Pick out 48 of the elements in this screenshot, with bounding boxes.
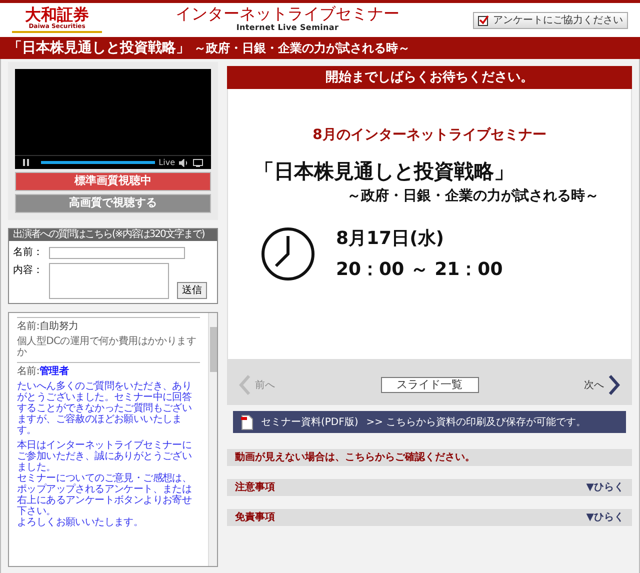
next-button[interactable]: 次へ [584,374,620,396]
pdf-file-icon [241,414,253,430]
content-field[interactable] [49,263,169,299]
slide-title: 「日本株見通しと投資戦略」 [254,158,515,185]
scrollbar[interactable] [208,313,217,566]
live-label: Live [158,156,175,168]
content-label: 内容： [13,264,44,278]
page-subtitle: Internet Live Seminar [236,22,339,34]
message-text: たいへん多くのご質問をいただき、ありがとうございました。セミナー中に回答することができなかったご質問もございますが、ご容赦のほどお願いいたします。 [17,381,193,436]
name-prefix: 名前: [17,321,40,332]
name-label: 名前： [13,246,44,260]
form-heading: 出演者への質問はこちら(※内容は320文字まで) [9,229,217,241]
logo-text: 大和証券 [25,7,89,24]
checkbox-icon [478,14,489,26]
section-header[interactable]: 注意事項 ▼ひらく [227,479,632,496]
status-banner: 開始までしばらくお待ちください。 [227,66,632,89]
name-prefix: 名前: [17,366,40,377]
section-title: 免責事項 [235,510,275,525]
pause-icon[interactable] [23,159,29,166]
chevron-right-icon [608,374,620,396]
submit-button[interactable]: 送信 [177,282,207,299]
seminar-time: 20：00 ～ 21：00 [336,258,503,282]
quality-button[interactable]: 標準画質視聴中 [15,172,211,191]
seminar-subtitle: ～政府・日銀・企業の力が試される時～ [194,40,410,57]
slide-list-button[interactable]: スライド一覧 [380,377,478,393]
pdf-link[interactable]: セミナー資料(PDF版) [261,414,358,430]
section-title: 注意事項 [235,480,275,495]
seminar-date: 8月17日(水) [336,227,446,251]
message-text: セミナーについてのご意見・ご感想は、ポップアップされるアンケート、または右上にあるアンケートボタンよりお寄せ下さい。 [17,473,193,517]
message-text: よろしくお願いいたします。 [17,517,144,528]
volume-icon[interactable] [179,158,189,166]
seminar-title: 「日本株見通しと投資戦略」 [8,38,190,58]
expand-toggle[interactable]: ▼ひらく [586,480,624,495]
screen-icon[interactable] [193,158,203,166]
slide-subtitle: ～政府・日銀・企業の力が試される時～ [347,186,599,206]
clock-icon [260,226,316,282]
page-title: インターネットライブセミナー [176,6,400,22]
chevron-left-icon [239,374,251,396]
survey-button[interactable]: アンケートにご協力ください [473,12,628,28]
sender-name: 管理者 [39,366,69,377]
section-header[interactable]: 免責事項 ▼ひらく [227,509,632,526]
sender-name: 自助努力 [39,321,78,332]
name-field[interactable] [49,246,185,258]
pdf-description: >> こちらから資料の印刷及び保存が可能です。 [366,416,586,430]
expand-toggle[interactable]: ▼ひらく [586,510,624,525]
message-text: 本日はインターネットライブセミナーにご参加いただき、誠にありがとうございました。 [17,440,193,473]
message-text: 個人型DCの運用で何か費用はかかりますか [17,336,197,358]
slide-kicker: 8月のインターネットライブセミナー [312,126,546,145]
